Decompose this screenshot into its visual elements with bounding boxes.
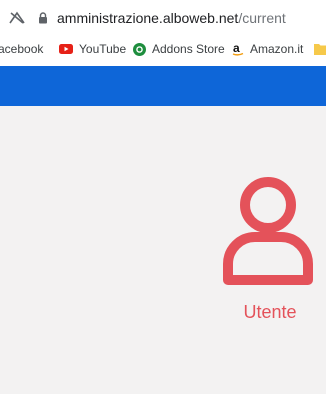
bookmarks-bar: acebook YouTube Addons Store a Amazon.it: [0, 36, 326, 62]
browser-window: amministrazione.alboweb.net/current aceb…: [0, 0, 326, 394]
address-bar[interactable]: amministrazione.alboweb.net/current: [0, 0, 326, 36]
user-card[interactable]: Utente: [214, 174, 326, 334]
main-content: Utente: [0, 106, 326, 394]
lock-icon[interactable]: [38, 12, 48, 24]
amazon-icon: a: [232, 42, 244, 56]
bookmark-label: Addons Store: [152, 42, 225, 56]
app-header: [0, 66, 326, 106]
bookmark-label: Amazon.it: [250, 42, 304, 56]
url-path: /current: [238, 10, 286, 26]
not-secure-icon[interactable]: [8, 11, 26, 25]
bookmark-facebook[interactable]: acebook: [0, 40, 43, 58]
bookmark-folder[interactable]: [314, 40, 326, 58]
url-input[interactable]: amministrazione.alboweb.net/current: [57, 10, 286, 26]
bookmark-addons-store[interactable]: Addons Store: [133, 40, 225, 58]
bookmark-amazon[interactable]: a Amazon.it: [232, 40, 303, 58]
user-icon: [223, 177, 313, 285]
url-host: amministrazione.alboweb.net: [57, 10, 239, 26]
user-label: Utente: [243, 302, 297, 322]
bookmark-label: acebook: [0, 42, 44, 56]
svg-text:a: a: [233, 42, 240, 55]
folder-icon: [314, 44, 326, 55]
bookmark-youtube[interactable]: YouTube: [59, 40, 126, 58]
bookmark-label: YouTube: [79, 42, 127, 56]
youtube-icon: [59, 44, 73, 54]
addons-store-icon: [133, 42, 146, 56]
